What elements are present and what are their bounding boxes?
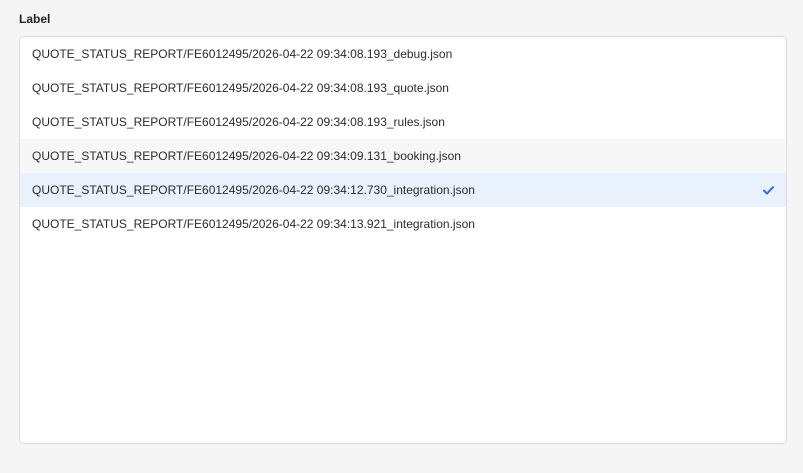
option-label: QUOTE_STATUS_REPORT/FE6012495/2026-04-22… bbox=[32, 217, 475, 231]
list-item[interactable]: QUOTE_STATUS_REPORT/FE6012495/2026-04-22… bbox=[20, 71, 786, 105]
option-label: QUOTE_STATUS_REPORT/FE6012495/2026-04-22… bbox=[32, 81, 449, 95]
option-label: QUOTE_STATUS_REPORT/FE6012495/2026-04-22… bbox=[32, 149, 461, 163]
list-item-selected[interactable]: QUOTE_STATUS_REPORT/FE6012495/2026-04-22… bbox=[20, 173, 786, 207]
list-item[interactable]: QUOTE_STATUS_REPORT/FE6012495/2026-04-22… bbox=[20, 207, 786, 241]
option-label: QUOTE_STATUS_REPORT/FE6012495/2026-04-22… bbox=[32, 183, 475, 197]
list-item-hovered[interactable]: QUOTE_STATUS_REPORT/FE6012495/2026-04-22… bbox=[20, 139, 786, 173]
field-label: Label bbox=[19, 12, 51, 26]
page: Label QUOTE_STATUS_REPORT/FE6012495/2026… bbox=[0, 0, 803, 473]
options-listbox[interactable]: QUOTE_STATUS_REPORT/FE6012495/2026-04-22… bbox=[19, 36, 787, 444]
option-label: QUOTE_STATUS_REPORT/FE6012495/2026-04-22… bbox=[32, 47, 453, 61]
option-label: QUOTE_STATUS_REPORT/FE6012495/2026-04-22… bbox=[32, 115, 445, 129]
list-item[interactable]: QUOTE_STATUS_REPORT/FE6012495/2026-04-22… bbox=[20, 105, 786, 139]
list-item[interactable]: QUOTE_STATUS_REPORT/FE6012495/2026-04-22… bbox=[20, 37, 786, 71]
checkmark-icon bbox=[763, 173, 774, 207]
